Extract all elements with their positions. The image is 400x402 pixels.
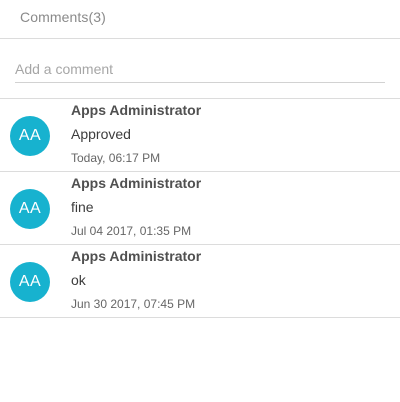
comment-author: Apps Administrator (71, 175, 202, 191)
comment-item: AA Apps Administrator Approved Today, 06… (0, 99, 400, 172)
comment-input[interactable] (15, 56, 385, 83)
comment-text: fine (71, 199, 94, 215)
comment-composer (0, 39, 400, 99)
comment-item: AA Apps Administrator ok Jun 30 2017, 07… (0, 245, 400, 318)
comments-header: Comments(3) (0, 0, 400, 39)
avatar: AA (10, 116, 50, 156)
comment-text: ok (71, 272, 86, 288)
avatar: AA (10, 262, 50, 302)
comment-timestamp: Today, 06:17 PM (71, 151, 161, 165)
comment-timestamp: Jun 30 2017, 07:45 PM (71, 297, 196, 311)
comment-author: Apps Administrator (71, 248, 202, 264)
avatar: AA (10, 189, 50, 229)
comment-author: Apps Administrator (71, 102, 202, 118)
comment-list: AA Apps Administrator Approved Today, 06… (0, 99, 400, 318)
comment-timestamp: Jul 04 2017, 01:35 PM (71, 224, 192, 238)
comment-text: Approved (71, 126, 131, 142)
comment-item: AA Apps Administrator fine Jul 04 2017, … (0, 172, 400, 245)
comments-title[interactable]: Comments(3) (20, 9, 106, 25)
